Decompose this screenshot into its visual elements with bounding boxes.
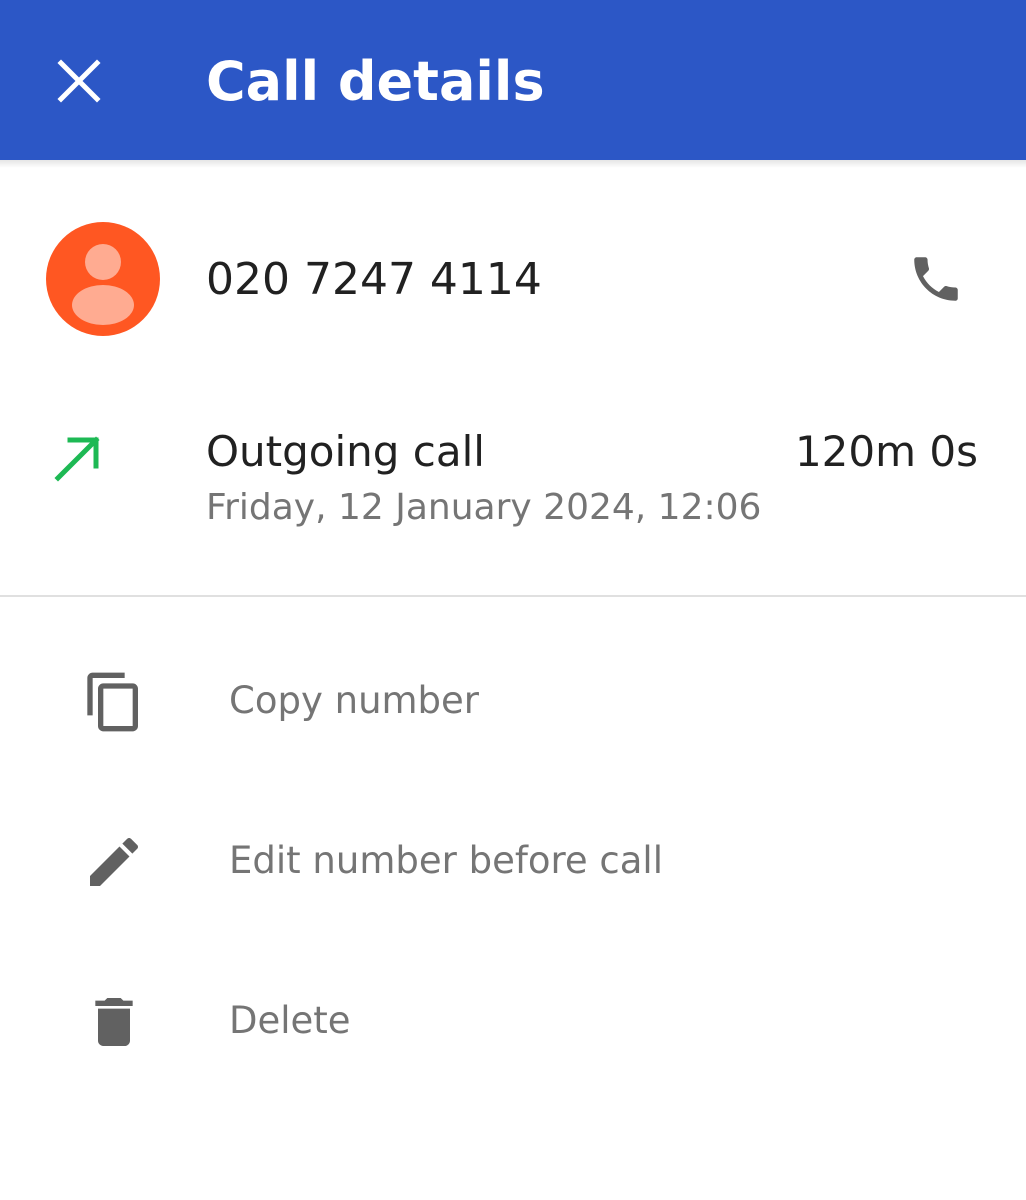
- delete-label: Delete: [229, 999, 351, 1042]
- trash-icon: [95, 998, 133, 1046]
- pencil-icon: [90, 837, 139, 886]
- person-icon: [72, 244, 134, 325]
- copy-icon-wrapper: [74, 662, 154, 742]
- edit-number-action[interactable]: Edit number before call: [0, 782, 1026, 942]
- copy-number-label: Copy number: [229, 679, 480, 722]
- phone-icon: [914, 257, 958, 301]
- contact-row: 020 7247 4114: [0, 215, 1026, 345]
- call-info-row: Outgoing call 120m 0s Friday, 12 January…: [0, 410, 1026, 550]
- page-title: Call details: [206, 50, 545, 113]
- call-button[interactable]: [896, 239, 976, 319]
- call-type: Outgoing call: [206, 427, 485, 476]
- call-datetime: Friday, 12 January 2024, 12:06: [206, 487, 762, 528]
- app-bar: Call details: [0, 0, 1026, 160]
- app-bar-shadow: [0, 160, 1026, 168]
- edit-number-label: Edit number before call: [229, 839, 663, 882]
- close-icon: [57, 59, 101, 103]
- delete-action[interactable]: Delete: [0, 942, 1026, 1102]
- divider: [0, 595, 1026, 597]
- avatar: [46, 222, 160, 336]
- call-duration: 120m 0s: [794, 427, 978, 476]
- outgoing-arrow-icon: [54, 436, 100, 482]
- close-button[interactable]: [40, 42, 118, 120]
- copy-icon: [87, 672, 138, 732]
- copy-number-action[interactable]: Copy number: [0, 622, 1026, 782]
- pencil-icon-wrapper: [74, 822, 154, 902]
- trash-icon-wrapper: [74, 982, 154, 1062]
- phone-number: 020 7247 4114: [206, 254, 542, 305]
